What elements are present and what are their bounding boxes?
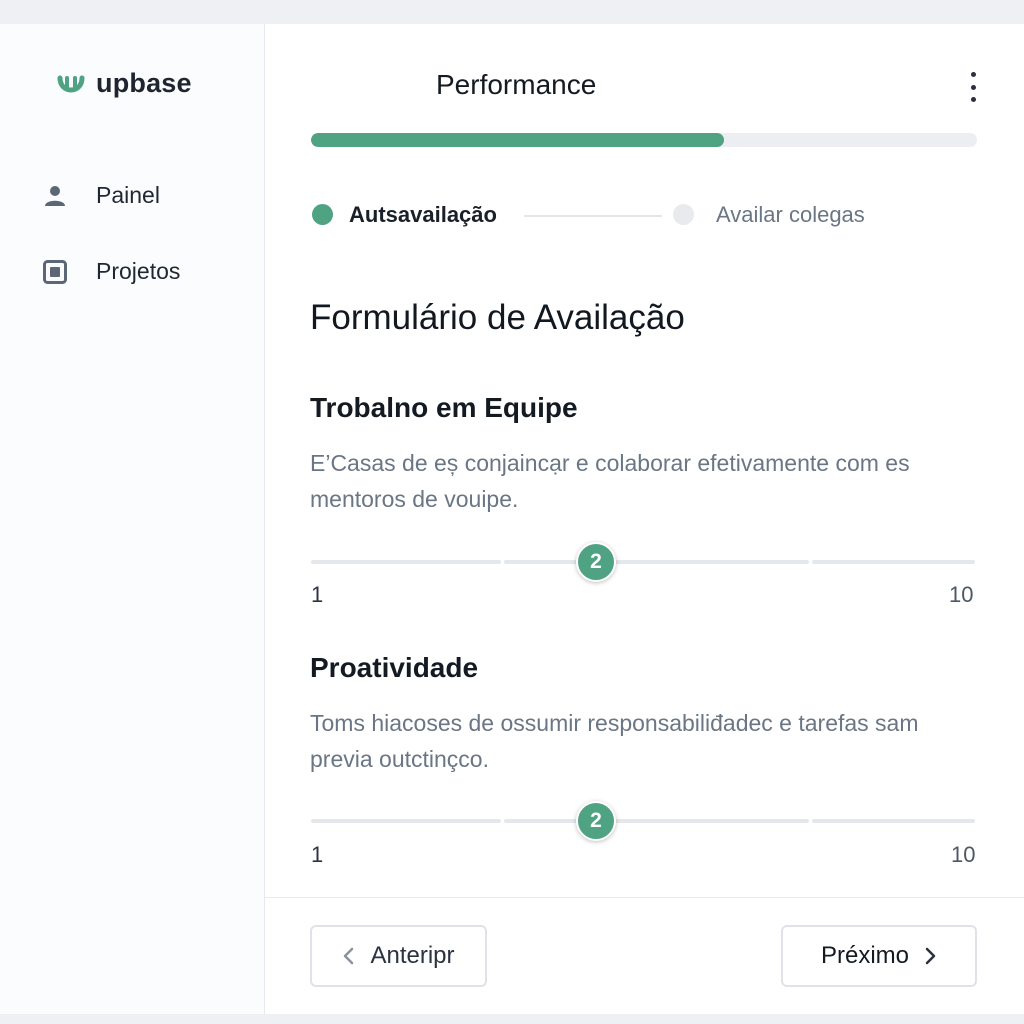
step-active-dot-icon — [312, 204, 333, 225]
step-connector — [524, 215, 662, 217]
main-content: Performance Autsavailação Availar colega… — [265, 24, 1024, 1014]
rating-slider[interactable]: 2 — [311, 801, 975, 845]
step-pending-dot-icon — [673, 204, 694, 225]
user-icon — [42, 183, 68, 209]
slider-min-label: 1 — [311, 582, 324, 607]
stepper: Autsavailação Availar colegas — [311, 200, 911, 230]
slider-track-segment — [812, 819, 975, 823]
step-label-autoavaliacao[interactable]: Autsavailação — [349, 200, 497, 230]
progress-bar — [311, 133, 977, 147]
criterion-title: Trobalno em Equipe — [310, 392, 578, 423]
sidebar-item-label: Painel — [96, 182, 160, 208]
criterion-description: Toms hiacoses de ossumir responsabiliđad… — [310, 710, 919, 772]
next-button-label: Préximo — [820, 942, 910, 969]
criterion-title: Proatividade — [310, 652, 479, 683]
step-label-colegas[interactable]: Availar colegas — [716, 200, 865, 230]
chevron-left-icon — [344, 947, 354, 965]
slider-track-segment — [812, 560, 975, 564]
slider-track-segment — [504, 819, 809, 823]
slider-min-label: 1 — [311, 842, 324, 867]
slider-track-segment — [504, 560, 809, 564]
sidebar-item-projetos[interactable]: Projetos — [42, 258, 180, 285]
sidebar-item-label: Projetos — [96, 258, 181, 284]
previous-button-label: Anteripr — [370, 942, 455, 969]
slider-max-label: 10 — [951, 842, 976, 867]
form-footer: Anteripr Préximo — [265, 897, 1024, 1015]
form-title: Formulário de Availação — [310, 298, 685, 337]
slider-track-segment — [311, 560, 501, 564]
page-title: Performance — [436, 69, 597, 100]
rating-slider[interactable]: 2 — [311, 542, 975, 586]
next-button[interactable]: Préximo — [781, 925, 977, 987]
app-window: upbase Painel Projetos Performance Autsa… — [0, 24, 1024, 1014]
square-icon — [42, 259, 68, 285]
criterion-description: E’Casas de eș conjaincạr e colaborar efe… — [310, 450, 910, 512]
slider-thumb[interactable]: 2 — [576, 542, 616, 582]
brand-logo[interactable]: upbase — [56, 68, 192, 99]
upbase-logo-icon — [57, 75, 85, 92]
chevron-right-icon — [925, 947, 936, 965]
previous-button[interactable]: Anteripr — [310, 925, 487, 987]
kebab-menu-icon[interactable] — [963, 72, 983, 102]
slider-thumb[interactable]: 2 — [576, 801, 616, 841]
brand-name: upbase — [96, 68, 192, 98]
slider-max-label: 10 — [949, 582, 974, 607]
sidebar: upbase Painel Projetos — [0, 24, 265, 1014]
progress-fill — [311, 133, 724, 147]
slider-track-segment — [311, 819, 501, 823]
sidebar-item-painel[interactable]: Painel — [42, 182, 160, 209]
